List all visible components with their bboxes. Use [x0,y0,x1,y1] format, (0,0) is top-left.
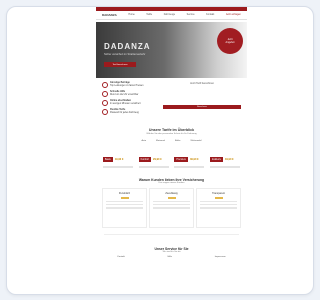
tab-wohnmobil[interactable]: Wohnmobil [191,140,202,142]
nav-link-tarife[interactable]: Tarife [146,13,152,17]
text-line [106,200,143,202]
text-line [200,200,237,202]
text-line [200,203,237,206]
plan-name: Premium [174,157,188,162]
offer-badge[interactable]: Jetzt Angebot [217,28,243,54]
badge-line-2: Angebot [225,41,235,44]
feature-title: Transparent [212,191,225,195]
check-icon [102,109,108,115]
feature-title: Persönlich [118,191,131,195]
plan-name: Komfort [138,157,151,162]
footer-link-hilfe[interactable]: Hilfe [168,256,172,258]
feature-title: Zuverlässig [165,191,178,195]
form-title: Jetzt Tarif berechnen [189,82,215,85]
navigation-bar: DADANZA Home Tarife Fahrzeuge Service Ko… [96,11,247,20]
plan-name: Basis [102,157,113,162]
star-rating-icon [214,196,223,199]
plan-price: 19,90 € [114,158,124,161]
benefit-list: Günstige Beiträge Top Leistungen zu faire… [102,82,157,122]
plan-list: Basis 19,90 € Komfort 29,90 € Premium 39,90… [96,147,247,168]
benefit-title: Schnelle Hilfe [110,91,126,93]
text-line [153,207,190,209]
nav-cta-link[interactable]: Jetzt anfragen [226,13,241,17]
benefit-title: Online abschließen [110,100,132,102]
check-icon [102,91,108,97]
text-line [106,207,143,209]
text-line [153,200,190,202]
quote-form: Jetzt Tarif berechnen Berechnen [163,82,241,122]
benefit-text: Rund um die Uhr erreichbar [110,93,139,96]
features-section: Warum Kunden lieben ihre Versicherung Da… [96,178,247,228]
plan-card[interactable]: Premium 39,90 € [174,147,205,168]
plan-price: 39,90 € [189,158,199,161]
footer-link-kontakt[interactable]: Kontakt [117,256,124,258]
star-rating-icon [167,196,176,199]
star-rating-icon [120,196,129,199]
benefit-item: Flexible Tarife Passend für jedes Fahrzeu… [102,109,157,115]
benefit-item: Online abschließen In wenigen Minuten ver… [102,100,157,106]
feature-card: Transparent [196,187,241,228]
section-divider [104,233,239,235]
plan-card[interactable]: Komfort 29,90 € [138,147,169,168]
nav-link-kontakt[interactable]: Kontakt [206,13,214,17]
divider [102,166,133,168]
calculate-button[interactable]: Berechnen [163,105,241,109]
benefit-item: Günstige Beiträge Top Leistungen zu faire… [102,82,157,88]
hero-cta-button[interactable]: Tarif berechnen [104,62,136,67]
plan-card[interactable]: Basis 19,90 € [102,147,133,168]
screenshot-frame: DADANZA Home Tarife Fahrzeuge Service Ko… [6,6,314,295]
hero-banner: DADANZA Sicher versichert im Straßenverk… [96,22,247,78]
tab-motorrad[interactable]: Motorrad [156,140,165,142]
divider [138,166,169,168]
plan-name: Exklusiv [210,157,223,162]
pricing-subtitle: Wählen Sie den passenden Schutz für Ihr … [146,133,197,135]
benefit-item: Schnelle Hilfe Rund um die Uhr erreichbar [102,91,157,97]
brand-logo[interactable]: DADANZA [102,13,117,17]
plan-card[interactable]: Exklusiv 49,90 € [210,147,241,168]
nav-link-service[interactable]: Service [187,13,195,17]
footer-link-impressum[interactable]: Impressum [215,256,226,258]
benefits-section: Günstige Beiträge Top Leistungen zu faire… [96,78,247,122]
website-page: DADANZA Home Tarife Fahrzeuge Service Ko… [96,7,247,294]
divider [174,166,205,168]
service-section: Unser Service für Sie Wir sind für Sie d… [96,247,247,258]
divider [210,166,241,168]
service-subtitle: Wir sind für Sie da [162,250,181,253]
benefit-text: In wenigen Minuten versichert [110,102,141,105]
tab-roller[interactable]: Roller [175,140,181,142]
hero-subtitle: Sicher versichert im Straßenverkehr [104,53,146,56]
text-line [153,203,190,206]
pricing-title: Unsere Tarife im Überblick [148,128,195,132]
benefit-text: Passend für jedes Fahrzeug [110,111,139,114]
tab-auto[interactable]: Auto [142,140,147,142]
feature-card: Zuverlässig [149,187,194,228]
vehicle-tabs: Auto Motorrad Roller Wohnmobil [96,140,247,142]
check-icon [102,82,108,88]
feature-cards: Persönlich Zuverlässig Transparent [96,187,247,228]
benefit-title: Flexible Tarife [110,109,126,111]
check-icon [102,100,108,106]
plan-price: 29,90 € [153,158,162,161]
text-line [200,207,237,209]
text-line [106,203,143,206]
footer-columns: Kontakt Hilfe Impressum [96,256,247,258]
feature-card: Persönlich [102,187,147,228]
nav-link-home[interactable]: Home [128,13,134,17]
pricing-section: Unsere Tarife im Überblick Wählen Sie de… [96,128,247,168]
benefit-text: Top Leistungen zu fairen Preisen [110,84,144,87]
benefit-title: Günstige Beiträge [110,82,130,84]
hero-title: DADANZA [104,42,151,51]
plan-price: 49,90 € [224,158,234,161]
features-subtitle: Das sagen unsere Kunden [158,181,185,184]
nav-link-fahrzeuge[interactable]: Fahrzeuge [164,13,175,17]
